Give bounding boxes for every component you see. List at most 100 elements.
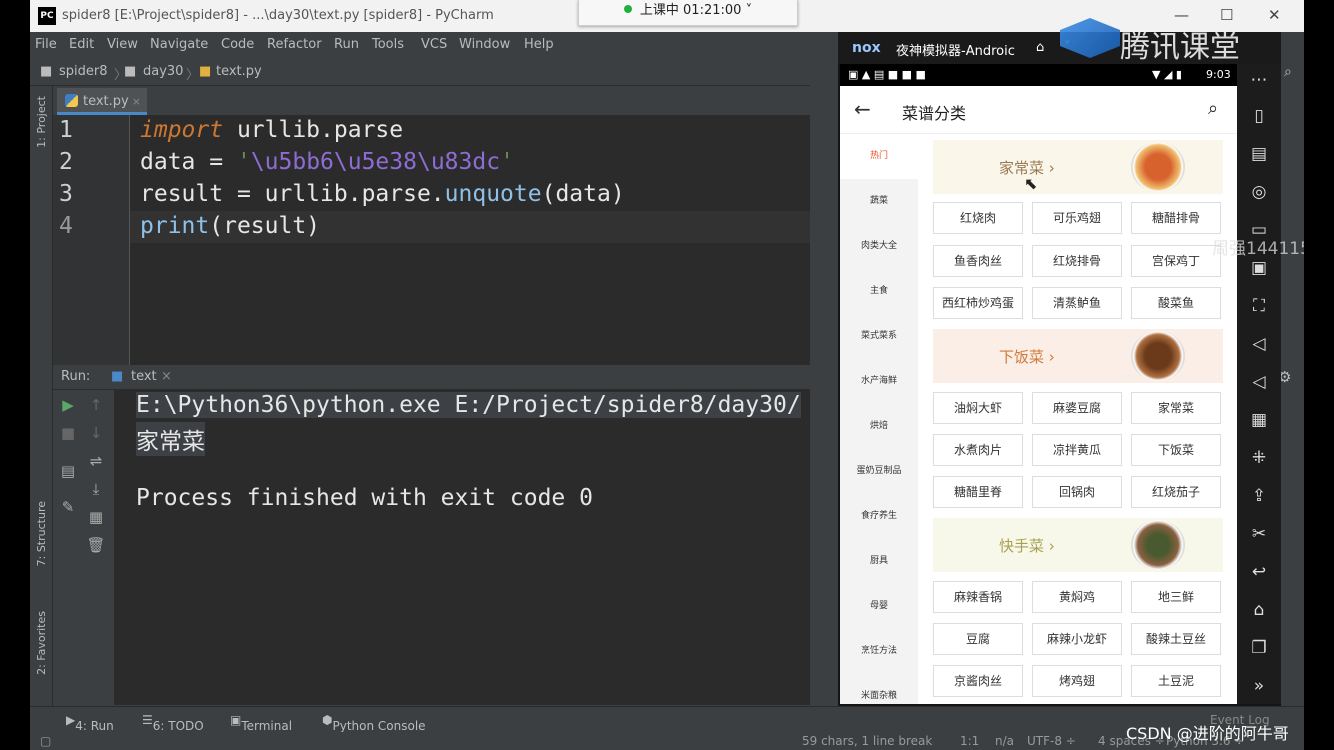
section-banner[interactable]: 下饭菜 › (933, 329, 1223, 383)
recipe-tag[interactable]: 鱼香肉丝 (933, 245, 1023, 277)
tab-python-console[interactable]: ⬢ Python Console (322, 713, 426, 733)
recipe-tag[interactable]: 清蒸鲈鱼 (1032, 287, 1122, 319)
category-item[interactable]: 厨具 (840, 539, 918, 584)
recipe-tag[interactable]: 糖醋里脊 (933, 476, 1023, 508)
recipe-tag[interactable]: 土豆泥 (1131, 665, 1221, 697)
soft-wrap-icon[interactable]: ⇌ (86, 452, 106, 470)
volume-up-icon[interactable]: ◁ (1245, 330, 1273, 358)
recipe-tag[interactable]: 凉拌黄瓜 (1032, 434, 1122, 466)
recipe-tag[interactable]: 麻辣小龙虾 (1032, 623, 1122, 655)
lesson-status-button[interactable]: 上课中 01:21:00 ˅ (578, 0, 798, 26)
upload-icon[interactable]: ⇪ (1245, 482, 1273, 510)
category-item[interactable]: 母婴 (840, 584, 918, 629)
recipe-tag[interactable]: 酸辣土豆丝 (1131, 623, 1221, 655)
tab-text-py[interactable]: text.py × (57, 88, 147, 115)
volume-down-icon[interactable]: ◁ (1245, 368, 1273, 396)
arrow-up-icon[interactable]: ↑ (86, 396, 106, 414)
category-item[interactable]: 烹饪方法 (840, 629, 918, 674)
recipe-tag[interactable]: 酸菜鱼 (1131, 287, 1221, 319)
layout-toggle-icon[interactable]: ▢ (40, 734, 51, 748)
breadcrumb-project[interactable]: spider8 (59, 64, 108, 79)
category-item[interactable]: 蛋奶豆制品 (840, 449, 918, 494)
recipe-tag[interactable]: 宫保鸡丁 (1131, 245, 1221, 277)
menu-code[interactable]: Code (221, 37, 254, 52)
category-item[interactable]: 肉类大全 (840, 224, 918, 269)
menu-tools[interactable]: Tools (372, 37, 404, 52)
trash-icon[interactable]: 🗑 (86, 536, 106, 554)
recipe-tag[interactable]: 豆腐 (933, 623, 1023, 655)
recipe-tag[interactable]: 水煮肉片 (933, 434, 1023, 466)
recipe-tag[interactable]: 麻婆豆腐 (1032, 392, 1122, 424)
section-banner[interactable]: 家常菜 › (933, 140, 1223, 194)
fullscreen-icon[interactable]: ⛶ (1245, 292, 1273, 320)
tab-terminal[interactable]: ▣ Terminal (230, 713, 292, 733)
favorites-tool-button[interactable]: 2: Favorites (35, 611, 48, 675)
menu-run[interactable]: Run (334, 37, 359, 52)
run-tab-text[interactable]: text (131, 369, 157, 384)
recipe-tag[interactable]: 糖醋排骨 (1131, 202, 1221, 234)
menu-refactor[interactable]: Refactor (267, 37, 322, 52)
breadcrumb-folder[interactable]: day30 (143, 64, 183, 79)
recipe-tag[interactable]: 家常菜 (1131, 392, 1221, 424)
recipe-tag[interactable]: 红烧排骨 (1032, 245, 1122, 277)
search-icon[interactable]: ⌕ (1208, 98, 1218, 119)
recipe-tag[interactable]: 烤鸡翅 (1032, 665, 1122, 697)
category-item[interactable]: 热门 (840, 134, 918, 179)
print-icon[interactable]: ▦ (86, 508, 106, 526)
recipe-tag[interactable]: 红烧茄子 (1131, 476, 1221, 508)
status-encoding[interactable]: UTF-8 ÷ (1027, 734, 1076, 748)
robot-icon[interactable]: ▤ (1245, 140, 1273, 168)
menu-vcs[interactable]: VCS (421, 37, 447, 52)
back-icon[interactable]: ↩ (1245, 558, 1273, 586)
close-button[interactable]: ✕ (1268, 6, 1281, 24)
menu-navigate[interactable]: Navigate (150, 37, 208, 52)
structure-tool-button[interactable]: 7: Structure (35, 501, 48, 566)
menu-edit[interactable]: Edit (69, 37, 94, 52)
layout-icon[interactable]: ▤ (58, 462, 78, 480)
code-editor[interactable]: 1 2 3 4 import urllib.parse data = '\u5b… (53, 115, 810, 365)
more-icon[interactable]: ⋯ (1245, 66, 1273, 94)
breadcrumb-file[interactable]: text.py (216, 64, 262, 79)
recipe-tag[interactable]: 西红柿炒鸡蛋 (933, 287, 1023, 319)
recipe-tag[interactable]: 麻辣香锅 (933, 581, 1023, 613)
menu-window[interactable]: Window (459, 37, 510, 52)
tab-todo[interactable]: ☰ 6: TODO (142, 713, 204, 733)
expand-icon[interactable]: » (1245, 672, 1273, 700)
scissors-icon[interactable]: ✂ (1245, 520, 1273, 548)
recipe-tag[interactable]: 地三鲜 (1131, 581, 1221, 613)
menu-help[interactable]: Help (524, 37, 554, 52)
scroll-to-end-icon[interactable]: ⤓ (86, 480, 106, 498)
pin-icon[interactable]: ✎ (58, 498, 78, 516)
back-arrow-icon[interactable]: ← (854, 97, 871, 121)
category-item[interactable]: 食疗养生 (840, 494, 918, 539)
category-item[interactable]: 米面杂粮 (840, 674, 918, 704)
project-tool-button[interactable]: 1: Project (35, 96, 48, 148)
section-banner[interactable]: 快手菜 › (933, 518, 1223, 572)
gesture-icon[interactable]: ⁜ (1245, 444, 1273, 472)
close-tab-icon[interactable]: × (132, 88, 141, 115)
menu-view[interactable]: View (107, 37, 138, 52)
menu-file[interactable]: File (35, 37, 57, 52)
recipe-tag[interactable]: 油焖大虾 (933, 392, 1023, 424)
close-tab-icon[interactable]: × (161, 369, 172, 384)
recipe-tag[interactable]: 红烧肉 (933, 202, 1023, 234)
location-icon[interactable]: ◎ (1245, 178, 1273, 206)
category-item[interactable]: 水产海鲜 (840, 359, 918, 404)
category-item[interactable]: 主食 (840, 269, 918, 314)
recent-icon[interactable]: ❐ (1245, 634, 1273, 662)
console-output[interactable]: E:\Python36\python.exe E:/Project/spider… (115, 390, 810, 705)
rerun-icon[interactable]: ▶ (58, 396, 78, 414)
status-position[interactable]: 1:1 (960, 734, 979, 748)
recipe-tag[interactable]: 下饭菜 (1131, 434, 1221, 466)
recipe-tag[interactable]: 回锅肉 (1032, 476, 1122, 508)
arrow-down-icon[interactable]: ↓ (86, 424, 106, 442)
recipe-tag[interactable]: 可乐鸡翅 (1032, 202, 1122, 234)
category-item[interactable]: 菜式菜系 (840, 314, 918, 359)
tab-run[interactable]: ▶ 4: Run (66, 713, 114, 733)
install-icon[interactable]: ▦ (1245, 406, 1273, 434)
search-icon[interactable]: ⌕ (1284, 64, 1292, 80)
recipe-tag[interactable]: 黄焖鸡 (1032, 581, 1122, 613)
category-item[interactable]: 烘焙 (840, 404, 918, 449)
home-icon[interactable]: ⌂ (1036, 40, 1044, 55)
category-item[interactable]: 蔬菜 (840, 179, 918, 224)
